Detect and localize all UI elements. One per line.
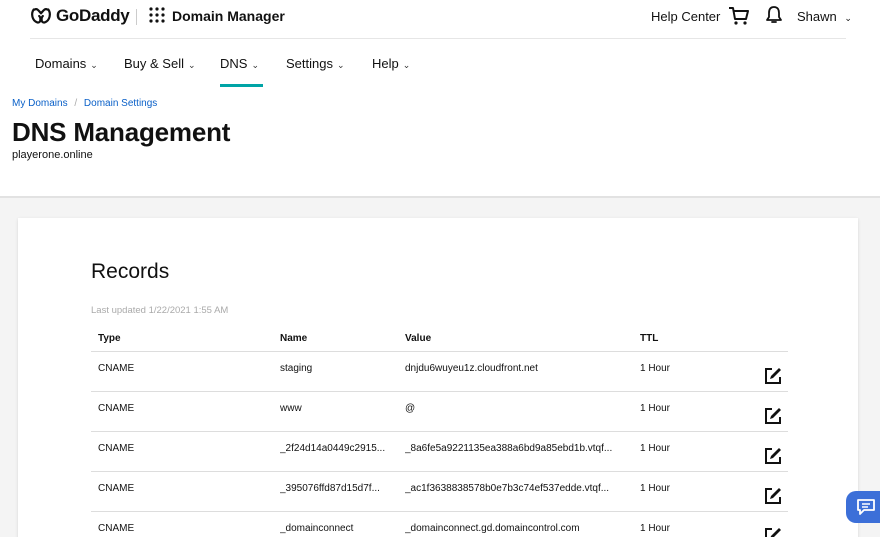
chevron-down-icon: ⌄	[187, 60, 196, 70]
main-nav: Domains ⌄ Buy & Sell ⌄ DNS ⌄ Settings ⌄ Help…	[0, 42, 880, 88]
user-name: Shawn	[797, 9, 837, 24]
cell-ttl: 1 Hour	[640, 403, 671, 414]
column-header-type[interactable]: Type	[98, 333, 121, 344]
cell-value: dnjdu6wuyeu1z.cloudfront.net	[405, 363, 538, 374]
breadcrumb-my-domains[interactable]: My Domains	[12, 98, 68, 109]
chat-icon	[857, 499, 875, 515]
cell-value: @	[405, 403, 416, 414]
edit-icon[interactable]	[764, 487, 782, 505]
nav-domains[interactable]: Domains ⌄	[35, 56, 98, 71]
nav-label: DNS	[220, 56, 248, 71]
nav-buy-sell[interactable]: Buy & Sell ⌄	[124, 56, 196, 71]
table-row: CNAME www @ 1 Hour	[91, 392, 788, 432]
header-rule	[30, 38, 846, 39]
chevron-down-icon: ⌄	[402, 60, 411, 70]
column-header-value[interactable]: Value	[405, 333, 629, 344]
domain-name: playerone.online	[12, 149, 93, 161]
edit-icon[interactable]	[764, 407, 782, 425]
cell-type: CNAME	[98, 483, 135, 494]
cell-name: www	[280, 403, 302, 414]
header-divider	[136, 9, 137, 25]
nav-label: Buy & Sell	[124, 56, 184, 71]
breadcrumb-separator: /	[74, 98, 78, 109]
column-header-ttl[interactable]: TTL	[640, 333, 658, 344]
edit-icon[interactable]	[764, 367, 782, 385]
nav-help[interactable]: Help ⌄	[372, 56, 410, 71]
cell-type: CNAME	[98, 523, 135, 534]
page-title: DNS Management	[12, 117, 231, 147]
nav-label: Domains	[35, 56, 87, 71]
chevron-down-icon: ⌄	[336, 60, 345, 70]
column-header-name[interactable]: Name	[280, 333, 388, 344]
cell-ttl: 1 Hour	[640, 483, 671, 494]
cell-ttl: 1 Hour	[640, 443, 671, 454]
apps-grid-icon[interactable]	[148, 6, 166, 24]
nav-label: Settings	[286, 56, 333, 71]
chevron-down-icon: ⌄	[90, 60, 98, 70]
chat-button[interactable]	[846, 491, 880, 523]
edit-icon[interactable]	[764, 527, 782, 537]
last-updated: Last updated 1/22/2021 1:55 AM	[91, 305, 229, 316]
cell-name: _395076ffd87d15d7f...	[280, 483, 380, 494]
edit-icon[interactable]	[764, 447, 782, 465]
cell-ttl: 1 Hour	[640, 523, 671, 534]
help-center-link[interactable]: Help Center	[651, 9, 720, 24]
nav-label: Help	[372, 56, 399, 71]
cell-value: _ac1f3638838578b0e7b3c74ef537edde.vtqf..…	[405, 483, 610, 494]
cell-type: CNAME	[98, 363, 135, 374]
table-row: CNAME _2f24d14a0449c2915... _8a6fe5a9221…	[91, 432, 788, 472]
records-table: Type Name Value TTL CNAME staging dnjdu6…	[91, 324, 788, 537]
godaddy-logo[interactable]: GoDaddy	[30, 5, 130, 27]
top-bar: GoDaddy Domain Manager Help Center Shawn…	[0, 0, 880, 39]
chevron-down-icon: ⌄	[844, 13, 852, 23]
cart-icon[interactable]	[728, 5, 750, 27]
nav-settings[interactable]: Settings ⌄	[286, 56, 345, 71]
records-title: Records	[91, 260, 170, 283]
cell-value: _domainconnect.gd.domaincontrol.com	[405, 523, 580, 534]
godaddy-logo-icon	[31, 8, 51, 24]
table-row: CNAME staging dnjdu6wuyeu1z.cloudfront.n…	[91, 352, 788, 392]
breadcrumb: My Domains / Domain Settings	[12, 98, 157, 109]
table-row: CNAME _domainconnect _domainconnect.gd.d…	[91, 512, 788, 537]
breadcrumb-domain-settings[interactable]: Domain Settings	[84, 98, 157, 109]
cell-name: _domainconnect	[280, 523, 354, 534]
bell-icon[interactable]	[765, 5, 783, 25]
cell-type: CNAME	[98, 403, 135, 414]
app-name[interactable]: Domain Manager	[172, 8, 285, 24]
cell-ttl: 1 Hour	[640, 363, 671, 374]
table-row: CNAME _395076ffd87d15d7f... _ac1f3638838…	[91, 472, 788, 512]
user-menu[interactable]: Shawn ⌄	[797, 9, 852, 24]
table-header: Type Name Value TTL	[91, 324, 788, 352]
cell-type: CNAME	[98, 443, 135, 454]
brand-name: GoDaddy	[56, 6, 130, 25]
cell-name: staging	[280, 363, 313, 374]
nav-active-indicator	[220, 84, 263, 87]
nav-dns[interactable]: DNS ⌄	[220, 56, 259, 71]
cell-name: _2f24d14a0449c2915...	[280, 443, 386, 454]
chevron-down-icon: ⌄	[251, 60, 259, 70]
cell-value: _8a6fe5a9221135ea388a6bd9a85ebd1b.vtqf..…	[405, 443, 613, 454]
